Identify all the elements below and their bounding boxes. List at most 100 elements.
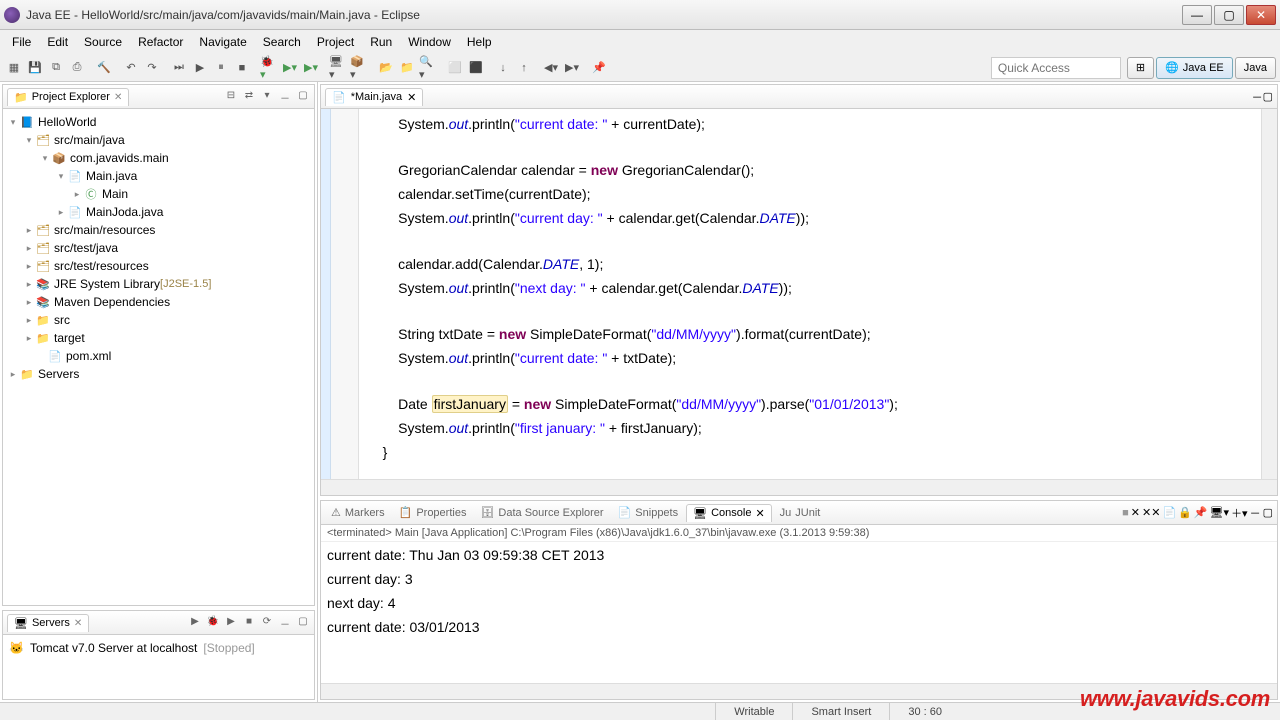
tree-maven[interactable]: ▸📚Maven Dependencies bbox=[3, 293, 314, 311]
editor-tab-main[interactable]: 📄 *Main.java ✕ bbox=[325, 88, 423, 106]
menu-edit[interactable]: Edit bbox=[39, 32, 76, 52]
menu-refactor[interactable]: Refactor bbox=[130, 32, 191, 52]
tab-markers[interactable]: ⚠ Markers bbox=[325, 504, 391, 521]
menu-source[interactable]: Source bbox=[76, 32, 130, 52]
redo-icon[interactable]: ↷ bbox=[142, 58, 162, 78]
remove-launch-icon[interactable]: ✕ bbox=[1131, 506, 1140, 519]
tree-jre[interactable]: ▸📚JRE System Library [J2SE-1.5] bbox=[3, 275, 314, 293]
new-server-icon[interactable]: 🖥▾ bbox=[328, 58, 348, 78]
open-task-icon[interactable]: 📁 bbox=[397, 58, 417, 78]
open-console-icon[interactable]: ＋▾ bbox=[1231, 505, 1248, 521]
server-stop-icon[interactable]: ■ bbox=[242, 616, 256, 630]
remove-all-icon[interactable]: ✕✕ bbox=[1142, 506, 1160, 519]
tree-main-java[interactable]: ▾📄Main.java bbox=[3, 167, 314, 185]
minimize-view-icon[interactable]: － bbox=[1250, 505, 1261, 521]
project-tree[interactable]: ▾📘HelloWorld ▾🗂src/main/java ▾📦com.javav… bbox=[3, 109, 314, 605]
menu-file[interactable]: File bbox=[4, 32, 39, 52]
tree-src-test-java[interactable]: ▸🗂src/test/java bbox=[3, 239, 314, 257]
menu-navigate[interactable]: Navigate bbox=[191, 32, 254, 52]
forward-icon[interactable]: ▶▾ bbox=[562, 58, 582, 78]
bookmark-icon[interactable]: ⬛ bbox=[466, 58, 486, 78]
menu-run[interactable]: Run bbox=[362, 32, 400, 52]
close-icon[interactable]: ✕ bbox=[74, 618, 82, 629]
print-icon[interactable]: ⎙ bbox=[67, 58, 87, 78]
quick-access-input[interactable] bbox=[991, 57, 1121, 79]
open-type-icon[interactable]: 📂 bbox=[376, 58, 396, 78]
view-menu-icon[interactable]: ▾ bbox=[260, 90, 274, 104]
search-icon[interactable]: 🔍▾ bbox=[418, 58, 438, 78]
menu-help[interactable]: Help bbox=[459, 32, 500, 52]
tree-src[interactable]: ▸📁src bbox=[3, 311, 314, 329]
code-area[interactable]: System.out.println("current date: " + cu… bbox=[359, 109, 1261, 479]
prev-annotation-icon[interactable]: ↑ bbox=[514, 58, 534, 78]
close-icon[interactable]: ✕ bbox=[114, 92, 122, 103]
tab-snippets[interactable]: 📄 Snippets bbox=[612, 504, 685, 521]
coverage-icon[interactable]: ▶▾ bbox=[301, 58, 321, 78]
tab-dse[interactable]: 🗄 Data Source Explorer bbox=[474, 504, 609, 521]
close-icon[interactable]: ✕ bbox=[407, 91, 416, 104]
run-icon[interactable]: ▶▾ bbox=[280, 58, 300, 78]
build-icon[interactable]: 🔨 bbox=[94, 58, 114, 78]
tree-src-test-resources[interactable]: ▸🗂src/test/resources bbox=[3, 257, 314, 275]
server-debug-icon[interactable]: 🐞 bbox=[206, 616, 220, 630]
minimize-view-icon[interactable]: － bbox=[278, 616, 292, 630]
tab-properties[interactable]: 📋 Properties bbox=[393, 504, 473, 521]
pin-console-icon[interactable]: 📌 bbox=[1194, 506, 1208, 519]
pin-icon[interactable]: 📌 bbox=[589, 58, 609, 78]
vertical-scrollbar[interactable] bbox=[1261, 109, 1277, 479]
annotation-icon[interactable]: ⬜ bbox=[445, 58, 465, 78]
tree-mainjoda-java[interactable]: ▸📄MainJoda.java bbox=[3, 203, 314, 221]
skip-breakpoints-icon[interactable]: ⏭ bbox=[169, 58, 189, 78]
minimize-button[interactable]: — bbox=[1182, 5, 1212, 25]
debug-icon[interactable]: 🐞▾ bbox=[259, 58, 279, 78]
maximize-view-icon[interactable]: ▢ bbox=[1263, 506, 1273, 519]
perspective-java[interactable]: Java bbox=[1235, 57, 1276, 79]
folding-ruler[interactable] bbox=[321, 109, 331, 479]
clear-console-icon[interactable]: 📄 bbox=[1162, 506, 1176, 519]
save-icon[interactable]: 💾 bbox=[25, 58, 45, 78]
menu-window[interactable]: Window bbox=[400, 32, 459, 52]
terminate-icon[interactable]: ■ bbox=[232, 58, 252, 78]
servers-tab[interactable]: 🖥 Servers ✕ bbox=[7, 614, 89, 632]
suspend-icon[interactable]: ⏸ bbox=[211, 58, 231, 78]
tree-main-class[interactable]: ▸ⒸMain bbox=[3, 185, 314, 203]
tab-junit[interactable]: Ju JUnit bbox=[774, 505, 827, 521]
server-profile-icon[interactable]: ▶ bbox=[224, 616, 238, 630]
tree-target[interactable]: ▸📁target bbox=[3, 329, 314, 347]
next-annotation-icon[interactable]: ↓ bbox=[493, 58, 513, 78]
undo-icon[interactable]: ↶ bbox=[121, 58, 141, 78]
resume-icon[interactable]: ▶ bbox=[190, 58, 210, 78]
server-item[interactable]: 🐱 Tomcat v7.0 Server at localhost [Stopp… bbox=[3, 635, 314, 661]
server-publish-icon[interactable]: ⟳ bbox=[260, 616, 274, 630]
perspective-javaee[interactable]: 🌐 Java EE bbox=[1156, 57, 1233, 79]
close-icon[interactable]: ✕ bbox=[755, 507, 764, 520]
menu-search[interactable]: Search bbox=[255, 32, 309, 52]
display-console-icon[interactable]: 🖥▾ bbox=[1210, 506, 1230, 519]
open-perspective-button[interactable]: ⊞ bbox=[1127, 57, 1154, 79]
maximize-button[interactable]: ▢ bbox=[1214, 5, 1244, 25]
terminate-console-icon[interactable]: ■ bbox=[1122, 507, 1129, 519]
new-project-icon[interactable]: 📦▾ bbox=[349, 58, 369, 78]
horizontal-scrollbar[interactable] bbox=[321, 479, 1277, 495]
server-start-icon[interactable]: ▶ bbox=[188, 616, 202, 630]
tree-src-main-resources[interactable]: ▸🗂src/main/resources bbox=[3, 221, 314, 239]
maximize-view-icon[interactable]: ▢ bbox=[296, 90, 310, 104]
new-icon[interactable]: ▦ bbox=[4, 58, 24, 78]
collapse-all-icon[interactable]: ⊟ bbox=[224, 90, 238, 104]
tree-servers[interactable]: ▸📁Servers bbox=[3, 365, 314, 383]
minimize-editor-icon[interactable]: － bbox=[1252, 89, 1263, 105]
tree-package[interactable]: ▾📦com.javavids.main bbox=[3, 149, 314, 167]
tab-console[interactable]: 🖥 Console ✕ bbox=[686, 504, 772, 522]
tree-src-main-java[interactable]: ▾🗂src/main/java bbox=[3, 131, 314, 149]
scroll-lock-icon[interactable]: 🔒 bbox=[1178, 506, 1192, 519]
back-icon[interactable]: ◀▾ bbox=[541, 58, 561, 78]
console-output[interactable]: current date: Thu Jan 03 09:59:38 CET 20… bbox=[321, 542, 1277, 683]
tree-project[interactable]: ▾📘HelloWorld bbox=[3, 113, 314, 131]
close-button[interactable]: ✕ bbox=[1246, 5, 1276, 25]
project-explorer-tab[interactable]: 📁 Project Explorer ✕ bbox=[7, 88, 129, 106]
minimize-view-icon[interactable]: － bbox=[278, 90, 292, 104]
link-editor-icon[interactable]: ⇄ bbox=[242, 90, 256, 104]
saveall-icon[interactable]: ⧉ bbox=[46, 58, 66, 78]
menu-project[interactable]: Project bbox=[309, 32, 362, 52]
tree-pom[interactable]: 📄pom.xml bbox=[3, 347, 314, 365]
